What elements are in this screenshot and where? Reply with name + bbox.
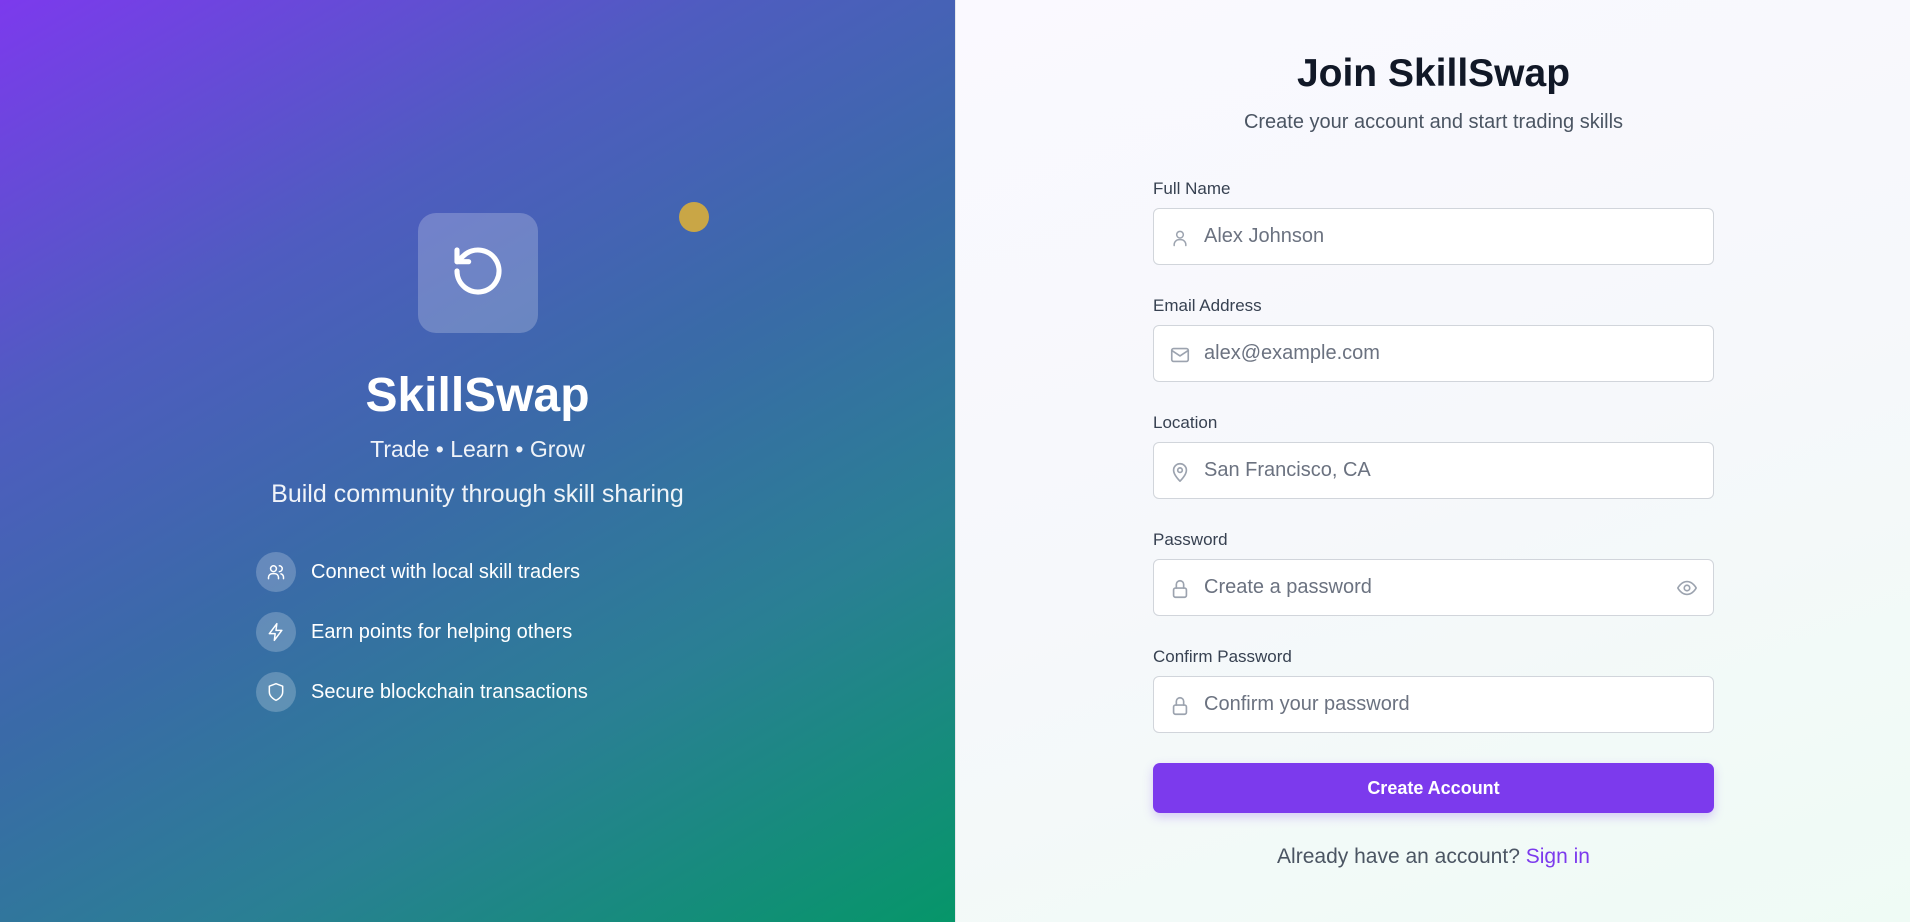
- password-field-group: Password: [1153, 529, 1714, 616]
- user-icon: [1169, 227, 1191, 249]
- password-field[interactable]: [1153, 559, 1714, 616]
- location-field-group: Location: [1153, 412, 1714, 499]
- map-pin-icon: [1169, 461, 1191, 483]
- lightning-icon: [256, 612, 296, 652]
- email-label: Email Address: [1153, 296, 1262, 315]
- decorative-dot: [679, 202, 709, 232]
- signin-row: Already have an account? Sign in: [956, 845, 1910, 869]
- feature-text: Secure blockchain transactions: [311, 680, 588, 703]
- feature-item: Earn points for helping others: [256, 612, 588, 652]
- feature-text: Connect with local skill traders: [311, 560, 580, 583]
- feature-item: Connect with local skill traders: [256, 552, 588, 592]
- shield-icon: [256, 672, 296, 712]
- full-name-field-group: Full Name: [1153, 178, 1714, 265]
- users-icon: [256, 552, 296, 592]
- create-account-button[interactable]: Create Account: [1153, 763, 1714, 813]
- rotate-ccw-icon: [450, 243, 506, 304]
- brand-panel: SkillSwap Trade • Learn • Grow Build com…: [0, 0, 955, 922]
- logo-tile: [418, 213, 538, 333]
- email-input[interactable]: [1154, 326, 1713, 381]
- confirm-password-label: Confirm Password: [1153, 647, 1292, 666]
- page-title: Join SkillSwap: [1296, 52, 1571, 95]
- location-field[interactable]: [1153, 442, 1714, 499]
- mail-icon: [1169, 344, 1191, 366]
- confirm-password-field[interactable]: [1153, 676, 1714, 733]
- lock-icon: [1169, 578, 1191, 600]
- password-input[interactable]: [1154, 560, 1713, 615]
- brand-subtitle: Build community through skill sharing: [271, 480, 684, 508]
- brand-name: SkillSwap: [365, 369, 590, 422]
- email-field[interactable]: [1153, 325, 1714, 382]
- signin-prompt: Already have an account?: [1277, 845, 1520, 868]
- confirm-password-input[interactable]: [1154, 677, 1713, 732]
- email-field-group: Email Address: [1153, 295, 1714, 382]
- signin-link[interactable]: Sign in: [1526, 845, 1590, 868]
- feature-text: Earn points for helping others: [311, 620, 573, 643]
- lock-icon: [1169, 695, 1191, 717]
- location-label: Location: [1153, 413, 1218, 432]
- confirm-password-field-group: Confirm Password: [1153, 646, 1714, 733]
- password-label: Password: [1153, 530, 1228, 549]
- eye-icon[interactable]: [1675, 576, 1699, 600]
- feature-list: Connect with local skill traders Earn po…: [256, 552, 588, 732]
- page-subtitle: Create your account and start trading sk…: [1243, 111, 1624, 133]
- full-name-label: Full Name: [1153, 179, 1231, 198]
- feature-item: Secure blockchain transactions: [256, 672, 588, 712]
- full-name-input[interactable]: [1154, 209, 1713, 264]
- full-name-field[interactable]: [1153, 208, 1714, 265]
- signup-panel: Join SkillSwap Create your account and s…: [955, 0, 1910, 922]
- location-input[interactable]: [1154, 443, 1713, 498]
- brand-tagline: Trade • Learn • Grow: [370, 436, 585, 462]
